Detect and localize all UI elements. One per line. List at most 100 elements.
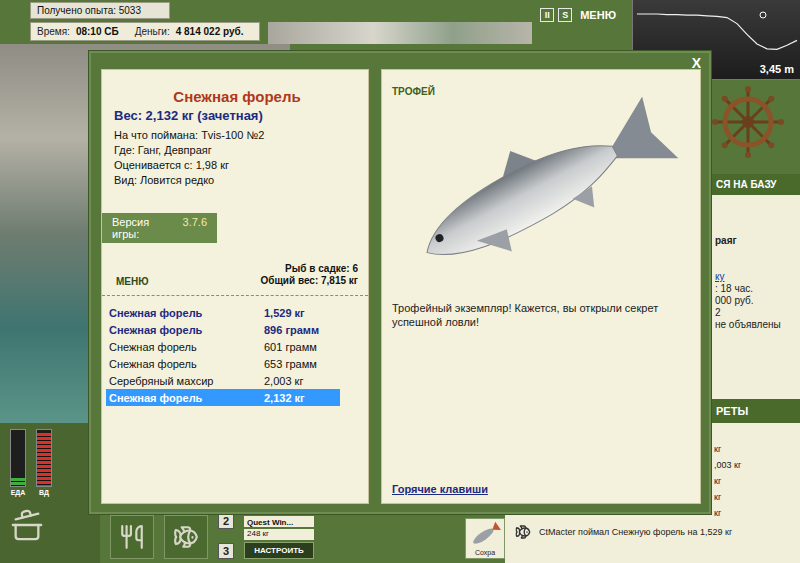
version-band: Версия игры:3.7.6 <box>102 213 217 243</box>
record-text: CtMacter поймал Снежную форель на 1,529 … <box>539 527 732 537</box>
gauge-track <box>10 429 26 487</box>
info-line: : 18 час. <box>715 283 796 295</box>
float-marker-icon <box>760 12 766 18</box>
records-header: РЕТЫ <box>712 399 800 423</box>
cooking-pot-icon[interactable] <box>10 508 44 542</box>
trophy-label: ТРОФЕЙ <box>392 86 690 97</box>
configure-button[interactable]: НАСТРОИТЬ <box>244 542 314 559</box>
trophy-panel: ТРОФЕЙ Трофейный экземпляр! Кажется, вы о… <box>381 69 701 504</box>
scenery-strip <box>268 22 532 44</box>
game-screen: Получено опыта: 5033 Время: 08:10 СБ Деньги… <box>0 0 800 563</box>
catch-row[interactable]: Снежная форель653 грамм <box>106 355 340 372</box>
trophy-message: Трофейный экземпляр! Кажется, вы открыли… <box>392 301 690 329</box>
quest-title: Quest Win... <box>244 516 314 527</box>
fish-weight: Вес: 2,132 кг (зачетная) <box>114 108 360 123</box>
lure-slot[interactable]: Сохра <box>465 518 505 559</box>
money-label: Деньги: <box>135 26 170 37</box>
quest-card: Quest Win... 248 кг НАСТРОИТЬ <box>244 516 314 559</box>
helm-icon[interactable] <box>712 86 784 158</box>
catch-name: Серебряный махсир <box>109 375 264 387</box>
catch-weight: 896 грамм <box>264 324 319 336</box>
catch-weight: 2,003 кг <box>264 375 303 387</box>
stats-column: Получено опыта: 5033 Время: 08:10 СБ Деньги… <box>30 2 260 41</box>
info-line: 000 руб. <box>715 295 796 307</box>
close-button[interactable]: X <box>692 55 701 71</box>
hotkeys-link[interactable]: Горячие клавиши <box>392 483 690 495</box>
catch-weight: 2,132 кг <box>264 392 305 404</box>
panel-spacer <box>392 329 690 483</box>
fish-thumbnail-icon <box>468 521 502 549</box>
keepnet-stats: Рыб в садке: 6Общий вес: 7,815 кг <box>260 263 358 287</box>
gauge-fill <box>11 478 25 486</box>
gauge-label: ВД <box>39 489 49 496</box>
record-row: CtMacter поймал Снежную форель на 1,529 … <box>505 521 800 543</box>
gauge: ВД <box>36 429 52 496</box>
gauge: ЕДА <box>10 429 26 496</box>
return-to-base-button[interactable]: СЯ НА БАЗУ <box>712 174 800 195</box>
catch-weight: 1,529 кг <box>264 307 305 319</box>
lure-label: Сохра <box>475 549 495 556</box>
catch-name: Снежная форель <box>109 392 264 404</box>
time-money-box: Время: 08:10 СБ Деньги: 4 814 022 руб. <box>30 22 260 41</box>
catch-row[interactable]: Снежная форель601 грамм <box>106 338 340 355</box>
catch-row[interactable]: Снежная форель1,529 кг <box>106 304 340 321</box>
info-line: 2 <box>715 307 796 319</box>
catch-weight: 653 грамм <box>264 358 317 370</box>
slot-number[interactable]: 3 <box>218 543 234 559</box>
keepnet-weight: Общий вес: 7,815 кг <box>260 275 358 287</box>
catch-row[interactable]: Серебряный махсир2,003 кг <box>106 372 340 389</box>
fish-detail: Вид: Ловится редко <box>114 173 360 188</box>
fish-icon <box>173 524 199 550</box>
catch-name: Снежная форель <box>109 324 264 336</box>
quest-weight: 248 кг <box>244 529 314 540</box>
keepnet-count: Рыб в садке: 6 <box>285 263 358 275</box>
hud-button[interactable]: S <box>558 8 572 22</box>
gauge-row: ЕДА ВД <box>10 429 52 496</box>
utensils-icon <box>119 524 145 550</box>
helm-wrap <box>712 86 800 158</box>
catch-row[interactable]: Снежная форель2,132 кг <box>106 389 340 406</box>
gauge-area: ЕДА ВД <box>0 423 100 563</box>
time-label: Время: <box>37 26 70 37</box>
catch-name: Снежная форель <box>109 358 264 370</box>
fish-name: Снежная форель <box>114 88 360 105</box>
info-line[interactable]: ку <box>715 271 796 283</box>
info-panel: раяг ку: 18 час.000 руб.2не объявлены <box>712 195 800 399</box>
panel-menu-button[interactable]: МЕНЮ <box>116 276 149 287</box>
time-value: 08:10 СБ <box>76 26 119 37</box>
catch-dialog: X Снежная форель Вес: 2,132 кг (зачетная) Н… <box>88 50 712 515</box>
catch-row[interactable]: Снежная форель896 грамм <box>106 321 340 338</box>
version-label: Версия игры: <box>112 216 179 240</box>
fish-picture <box>392 97 690 287</box>
fish-slot[interactable] <box>164 515 208 559</box>
keepnet-summary: МЕНЮ Рыб в садке: 6Общий вес: 7,815 кг <box>102 243 368 295</box>
catch-name: Снежная форель <box>109 341 264 353</box>
info-line: не объявлены <box>715 319 796 331</box>
hud-button[interactable]: II <box>540 8 554 22</box>
divider <box>102 295 368 296</box>
catch-name: Снежная форель <box>109 307 264 319</box>
fish-detail: На что поймана: Tvis-100 №2 <box>114 128 360 143</box>
money-value: 4 814 022 руб. <box>176 26 244 37</box>
experience-box: Получено опыта: 5033 <box>30 2 170 19</box>
right-sidebar: СЯ НА БАЗУ раяг ку: 18 час.000 руб.2не объ… <box>712 44 800 423</box>
menu-button[interactable]: МЕНЮ <box>576 9 620 21</box>
fish-info-panel: Снежная форель Вес: 2,132 кг (зачетная) На… <box>101 69 369 504</box>
gauge-label: ЕДА <box>11 489 26 496</box>
trophy-fish-icon <box>392 97 690 287</box>
catch-weight: 601 грамм <box>264 341 317 353</box>
hud-buttons: II S МЕНЮ <box>540 2 620 22</box>
slot-number[interactable]: 2 <box>218 513 234 529</box>
gauge-track <box>36 429 52 487</box>
info-line: раяг <box>715 235 796 247</box>
gauge-fill <box>37 433 51 486</box>
fish-icon <box>515 524 531 540</box>
catch-list: Снежная форель1,529 кгСнежная форель896 … <box>102 304 368 406</box>
slot-numbers: 23 <box>218 513 234 559</box>
food-slot[interactable] <box>110 515 154 559</box>
fish-info: Снежная форель Вес: 2,132 кг (зачетная) На… <box>102 70 368 188</box>
version-value: 3.7.6 <box>183 216 207 240</box>
fish-detail: Где: Ганг, Девпраяг <box>114 143 360 158</box>
depth-reading: 3,45 m <box>760 63 794 75</box>
fish-detail: Оценивается с: 1,98 кг <box>114 158 360 173</box>
